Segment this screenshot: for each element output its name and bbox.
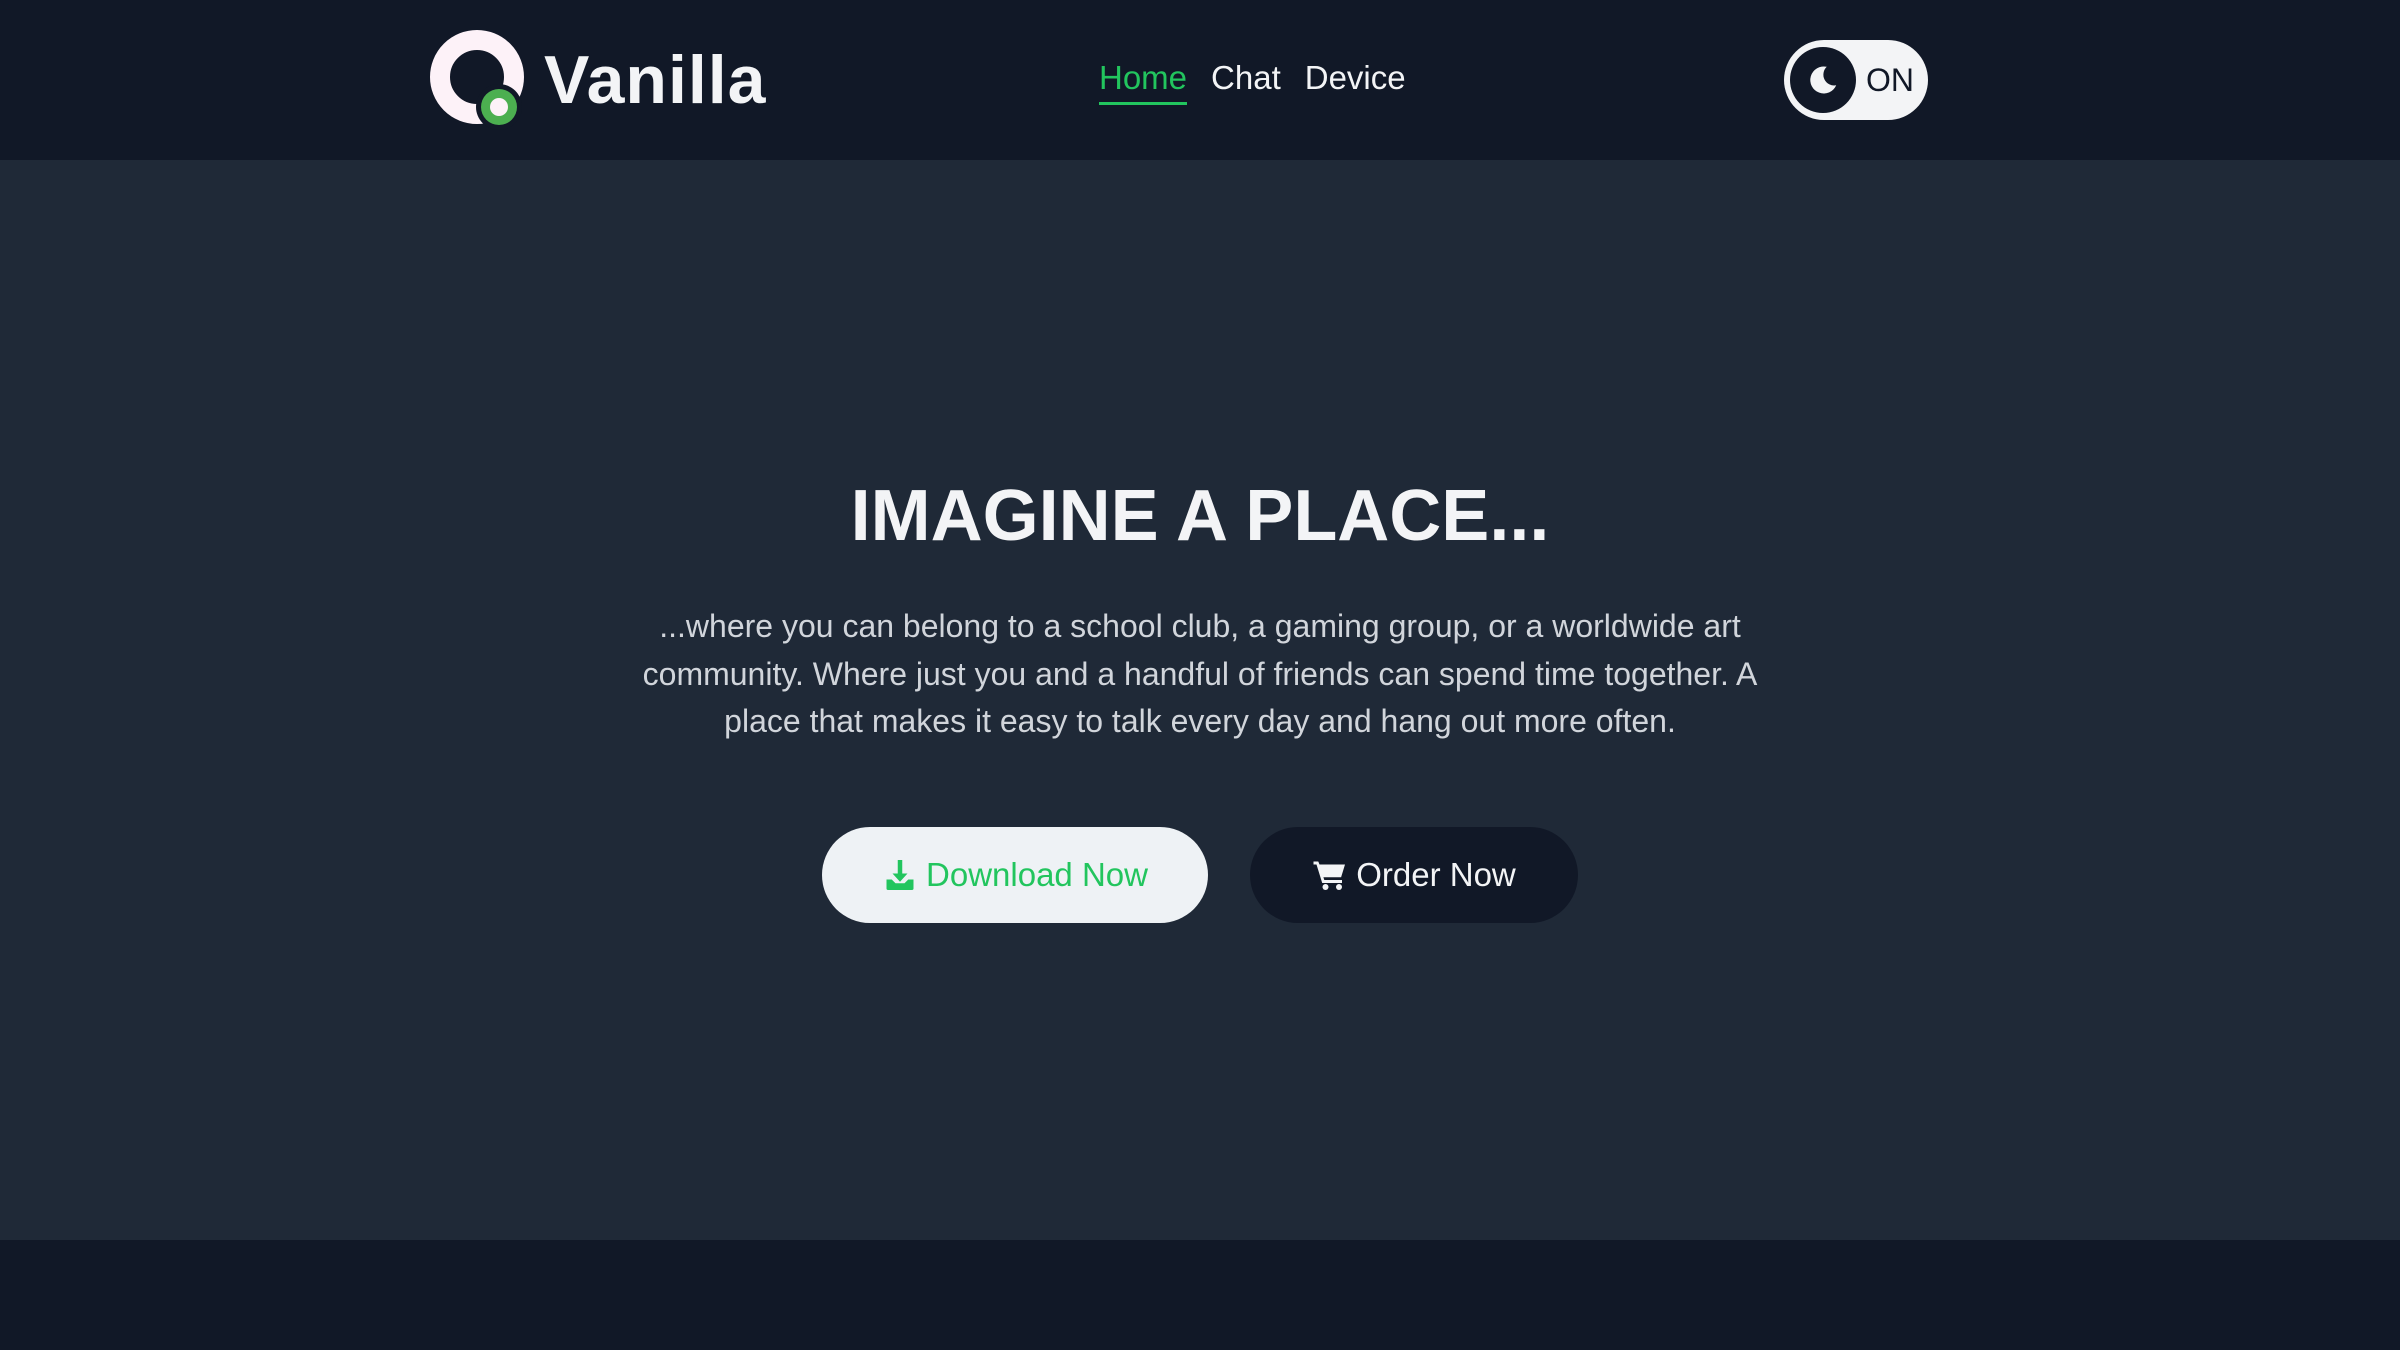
dark-mode-toggle[interactable]: ON [1784,40,1928,120]
nav-item-home[interactable]: Home [1099,58,1188,105]
site-header: Vanilla Home Chat Device ON [0,0,2400,160]
logo-icon [430,30,524,130]
nav-item-device[interactable]: Device [1305,58,1406,105]
hero-description: ...where you can belong to a school club… [642,608,1758,739]
page-footer [0,1240,2400,1350]
toggle-knob [1790,47,1856,113]
main-nav: Home Chat Device [1099,58,1406,105]
hero-title: IMAGINE A PLACE... [850,476,1550,556]
download-now-button[interactable]: Download Now [822,827,1208,923]
hero-section: IMAGINE A PLACE... ...where you can belo… [0,160,2400,1240]
download-icon [886,860,914,890]
cart-icon [1313,861,1346,890]
download-now-label: Download Now [926,856,1148,893]
toggle-label: ON [1866,61,1914,98]
moon-icon [1810,66,1837,94]
brand-name: Vanilla [544,42,767,118]
order-now-button[interactable]: Order Now [1250,827,1578,923]
brand-logo[interactable]: Vanilla [430,30,766,130]
order-now-label: Order Now [1356,856,1516,893]
nav-item-chat[interactable]: Chat [1211,58,1281,105]
